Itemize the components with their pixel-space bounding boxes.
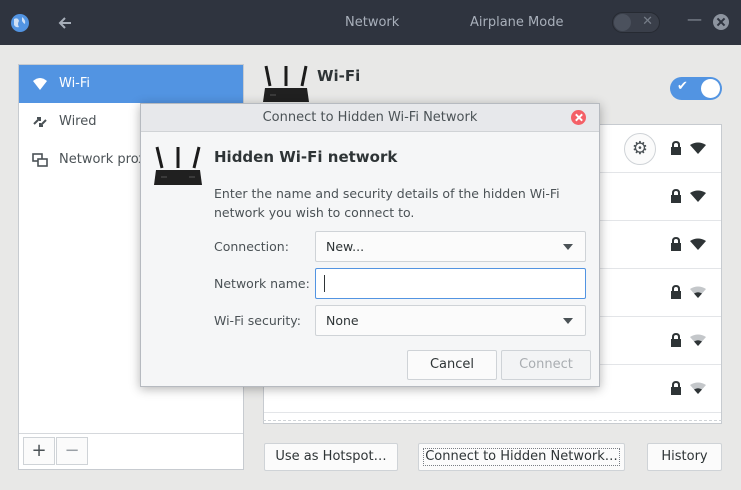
wifi-signal-strong-icon xyxy=(690,238,706,250)
network-proxy-icon xyxy=(32,153,48,167)
wifi-signal-weak-icon xyxy=(690,286,706,298)
dialog-close-button[interactable] xyxy=(571,110,586,125)
airplane-mode-toggle[interactable]: ✕ xyxy=(612,12,660,33)
use-as-hotspot-button[interactable]: Use as Hotspot… xyxy=(264,443,398,471)
wired-icon xyxy=(33,117,47,127)
wifi-security-value: None xyxy=(326,313,359,328)
hidden-network-dialog: Connect to Hidden Wi-Fi Network Hidden W… xyxy=(140,103,600,387)
toggle-knob xyxy=(701,79,720,98)
page-title: Wi-Fi xyxy=(317,67,361,85)
add-connection-button[interactable]: + xyxy=(23,437,55,465)
dialog-title: Connect to Hidden Wi-Fi Network xyxy=(262,110,478,125)
close-window-button[interactable] xyxy=(713,14,729,30)
wifi-signal-strong-icon xyxy=(690,142,706,154)
chevron-down-icon xyxy=(563,244,573,250)
globe-icon xyxy=(11,14,29,32)
chevron-down-icon xyxy=(563,318,573,324)
connection-select[interactable]: New... xyxy=(315,231,586,262)
dialog-description: Enter the name and security details of t… xyxy=(214,186,560,220)
lock-icon xyxy=(671,141,681,155)
router-icon xyxy=(154,146,202,185)
sidebar-item-wifi[interactable]: Wi-Fi xyxy=(19,65,243,103)
list-end-divider xyxy=(263,420,722,421)
connection-value: New... xyxy=(326,239,365,254)
checkmark-icon: ✔ xyxy=(677,79,688,94)
connect-button[interactable]: Connect xyxy=(501,350,591,380)
sidebar-item-label: Wi-Fi xyxy=(59,76,91,91)
text-cursor xyxy=(324,275,325,292)
router-icon xyxy=(263,65,309,102)
sidebar-item-label: Wired xyxy=(59,114,97,129)
network-name-label: Network name: xyxy=(214,276,310,291)
network-name-input[interactable] xyxy=(315,268,586,299)
dialog-titlebar[interactable]: Connect to Hidden Wi-Fi Network xyxy=(141,104,599,132)
connection-label: Connection: xyxy=(214,239,289,254)
wifi-security-label: Wi-Fi security: xyxy=(214,313,302,328)
remove-connection-button[interactable]: − xyxy=(56,437,88,465)
wifi-security-select[interactable]: None xyxy=(315,305,586,336)
lock-icon xyxy=(671,189,681,203)
focus-ring xyxy=(423,448,620,466)
toggle-knob xyxy=(614,14,631,31)
lock-icon xyxy=(671,381,681,395)
cancel-button[interactable]: Cancel xyxy=(407,350,497,380)
lock-icon xyxy=(671,285,681,299)
header-bar: Network Airplane Mode ✕ — xyxy=(0,0,741,45)
sidebar-toolbar: + − xyxy=(19,433,243,469)
wifi-signal-weak-icon xyxy=(690,382,706,394)
gear-icon[interactable]: ⚙ xyxy=(624,133,656,165)
history-button[interactable]: History xyxy=(647,443,722,471)
wifi-icon xyxy=(33,78,47,90)
window-title: Network xyxy=(345,15,400,30)
lock-icon xyxy=(671,333,681,347)
wifi-signal-weak-icon xyxy=(690,334,706,346)
dialog-heading: Hidden Wi-Fi network xyxy=(214,148,398,166)
back-arrow-icon[interactable] xyxy=(55,12,77,34)
minimize-button[interactable]: — xyxy=(687,10,702,28)
airplane-mode-label: Airplane Mode xyxy=(470,15,564,30)
connect-hidden-network-button[interactable]: Connect to Hidden Network… xyxy=(418,443,625,471)
wifi-toggle[interactable]: ✔ xyxy=(670,77,722,100)
lock-icon xyxy=(671,237,681,251)
toggle-off-icon: ✕ xyxy=(642,14,653,29)
wifi-signal-strong-icon xyxy=(690,190,706,202)
